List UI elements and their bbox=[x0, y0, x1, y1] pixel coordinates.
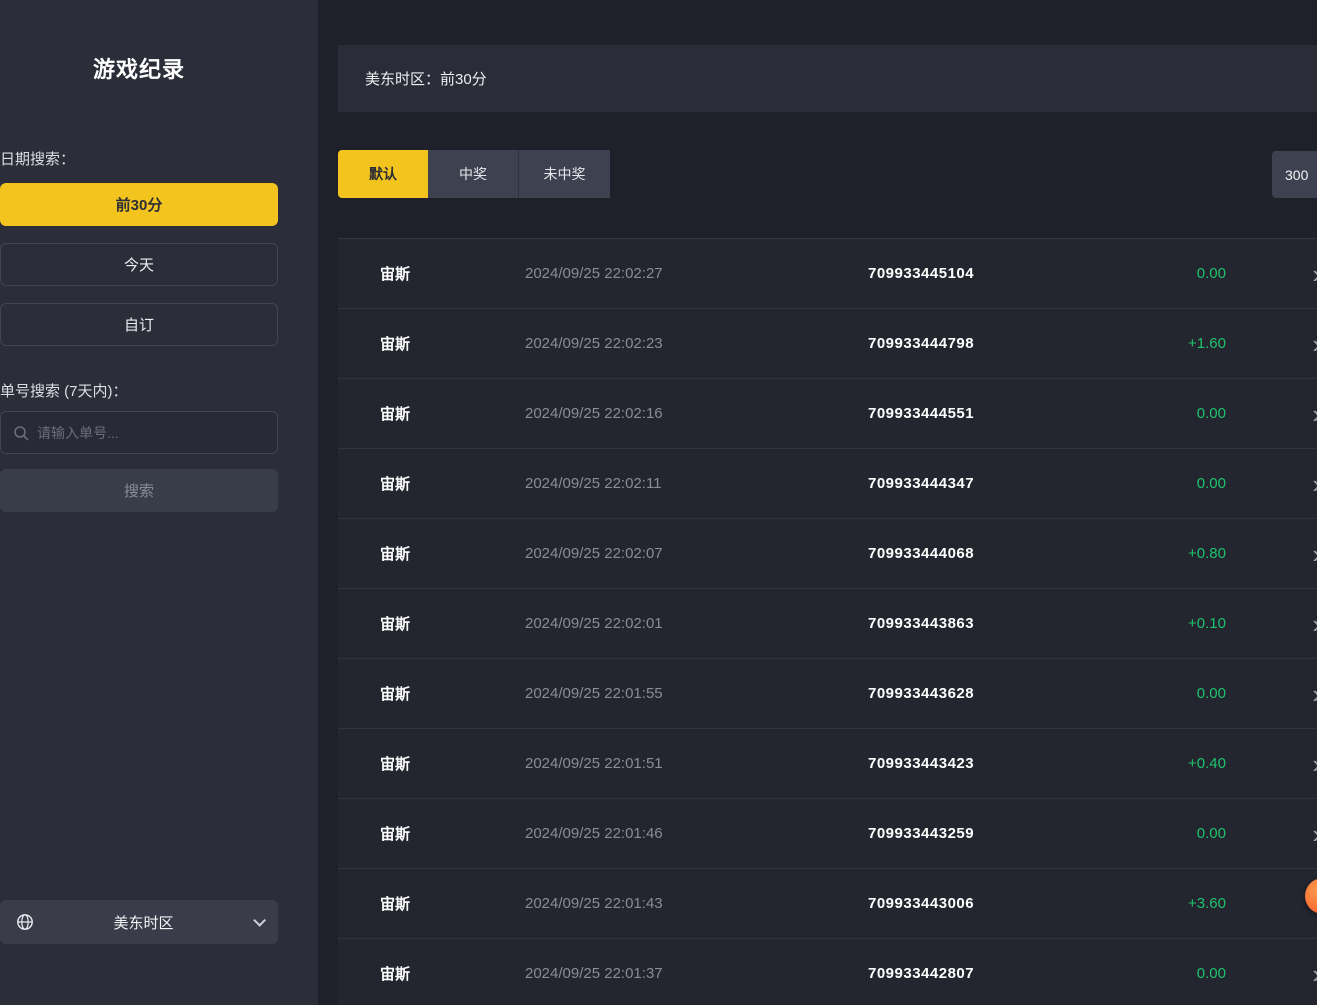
order-number: 709933444798 bbox=[868, 335, 1106, 352]
game-name: 宙斯 bbox=[380, 263, 525, 284]
record-amount: 0.00 bbox=[1106, 475, 1226, 492]
tab-win[interactable]: 中奖 bbox=[428, 150, 518, 198]
chevron-right-icon: › bbox=[1312, 821, 1317, 847]
record-time: 2024/09/25 22:02:01 bbox=[525, 615, 868, 632]
date-filter-last30min-button[interactable]: 前30分 bbox=[0, 183, 278, 226]
order-search-label: 单号搜索 (7天内)： bbox=[0, 380, 278, 398]
search-icon bbox=[13, 425, 29, 441]
record-time: 2024/09/25 22:02:27 bbox=[525, 265, 868, 282]
order-number: 709933443006 bbox=[868, 895, 1106, 912]
record-amount: +0.40 bbox=[1106, 755, 1226, 772]
record-row[interactable]: 宙斯 2024/09/25 22:01:37 709933442807 0.00… bbox=[338, 939, 1317, 1005]
header-title: 美东时区：前30分 bbox=[365, 68, 487, 89]
order-number: 709933443628 bbox=[868, 685, 1106, 702]
record-time: 2024/09/25 22:01:43 bbox=[525, 895, 868, 912]
record-row[interactable]: 宙斯 2024/09/25 22:02:27 709933445104 0.00… bbox=[338, 239, 1317, 309]
record-row[interactable]: 宙斯 2024/09/25 22:02:11 709933444347 0.00… bbox=[338, 449, 1317, 519]
order-number: 709933444347 bbox=[868, 475, 1106, 492]
timezone-label: 美东时区 bbox=[34, 912, 253, 933]
order-number: 709933445104 bbox=[868, 265, 1106, 282]
record-time: 2024/09/25 22:01:37 bbox=[525, 965, 868, 982]
order-number: 709933443259 bbox=[868, 825, 1106, 842]
record-amount: +1.60 bbox=[1106, 335, 1226, 352]
record-row[interactable]: 宙斯 2024/09/25 22:01:43 709933443006 +3.6… bbox=[338, 869, 1317, 939]
page-title: 游戏纪录 bbox=[0, 52, 278, 84]
record-time: 2024/09/25 22:02:16 bbox=[525, 405, 868, 422]
date-filter-custom-button[interactable]: 自订 bbox=[0, 303, 278, 346]
chevron-right-icon: › bbox=[1312, 401, 1317, 427]
order-search-input[interactable] bbox=[37, 425, 265, 441]
record-row[interactable]: 宙斯 2024/09/25 22:01:51 709933443423 +0.4… bbox=[338, 729, 1317, 799]
game-name: 宙斯 bbox=[380, 613, 525, 634]
tab-default[interactable]: 默认 bbox=[338, 150, 428, 198]
record-time: 2024/09/25 22:02:11 bbox=[525, 475, 868, 492]
chevron-right-icon: › bbox=[1312, 611, 1317, 637]
order-number: 709933444068 bbox=[868, 545, 1106, 562]
record-amount: +3.60 bbox=[1106, 895, 1226, 912]
record-time: 2024/09/25 22:01:51 bbox=[525, 755, 868, 772]
record-row[interactable]: 宙斯 2024/09/25 22:02:01 709933443863 +0.1… bbox=[338, 589, 1317, 659]
sidebar: 游戏纪录 日期搜索： 前30分 今天 自订 单号搜索 (7天内)： 搜索 美东时… bbox=[0, 0, 318, 1005]
record-row[interactable]: 宙斯 2024/09/25 22:01:55 709933443628 0.00… bbox=[338, 659, 1317, 729]
header-bar: 美东时区：前30分 bbox=[338, 45, 1317, 112]
record-amount: 0.00 bbox=[1106, 825, 1226, 842]
record-time: 2024/09/25 22:01:46 bbox=[525, 825, 868, 842]
date-search-label: 日期搜索： bbox=[0, 148, 278, 166]
record-row[interactable]: 宙斯 2024/09/25 22:02:07 709933444068 +0.8… bbox=[338, 519, 1317, 589]
chevron-right-icon: › bbox=[1312, 541, 1317, 567]
chevron-right-icon: › bbox=[1312, 961, 1317, 987]
tab-no-win[interactable]: 未中奖 bbox=[518, 150, 610, 198]
chevron-right-icon: › bbox=[1312, 471, 1317, 497]
record-amount: +0.80 bbox=[1106, 545, 1226, 562]
game-name: 宙斯 bbox=[380, 543, 525, 564]
chevron-down-icon bbox=[253, 914, 266, 927]
record-time: 2024/09/25 22:02:23 bbox=[525, 335, 868, 352]
game-name: 宙斯 bbox=[380, 823, 525, 844]
order-number: 709933442807 bbox=[868, 965, 1106, 982]
main-content: 美东时区：前30分 默认 中奖 未中奖 300 宙斯 2024/09/25 22… bbox=[318, 0, 1317, 1005]
record-row[interactable]: 宙斯 2024/09/25 22:02:16 709933444551 0.00… bbox=[338, 379, 1317, 449]
game-name: 宙斯 bbox=[380, 753, 525, 774]
game-name: 宙斯 bbox=[380, 473, 525, 494]
search-button[interactable]: 搜索 bbox=[0, 469, 278, 512]
record-row[interactable]: 宙斯 2024/09/25 22:02:23 709933444798 +1.6… bbox=[338, 309, 1317, 379]
filter-tabs: 默认 中奖 未中奖 300 bbox=[338, 150, 1317, 198]
order-number: 709933443863 bbox=[868, 615, 1106, 632]
page-size-button[interactable]: 300 bbox=[1272, 151, 1317, 198]
order-search-box bbox=[0, 411, 278, 454]
order-number: 709933444551 bbox=[868, 405, 1106, 422]
game-name: 宙斯 bbox=[380, 333, 525, 354]
record-amount: 0.00 bbox=[1106, 265, 1226, 282]
record-amount: +0.10 bbox=[1106, 615, 1226, 632]
chevron-right-icon: › bbox=[1312, 261, 1317, 287]
record-amount: 0.00 bbox=[1106, 405, 1226, 422]
game-name: 宙斯 bbox=[380, 683, 525, 704]
game-name: 宙斯 bbox=[380, 963, 525, 984]
record-time: 2024/09/25 22:01:55 bbox=[525, 685, 868, 702]
records-list: 宙斯 2024/09/25 22:02:27 709933445104 0.00… bbox=[338, 238, 1317, 1005]
date-filter-today-button[interactable]: 今天 bbox=[0, 243, 278, 286]
record-amount: 0.00 bbox=[1106, 685, 1226, 702]
record-row[interactable]: 宙斯 2024/09/25 22:01:46 709933443259 0.00… bbox=[338, 799, 1317, 869]
game-name: 宙斯 bbox=[380, 403, 525, 424]
game-name: 宙斯 bbox=[380, 893, 525, 914]
chevron-right-icon: › bbox=[1312, 681, 1317, 707]
record-time: 2024/09/25 22:02:07 bbox=[525, 545, 868, 562]
chevron-right-icon: › bbox=[1312, 331, 1317, 357]
chevron-right-icon: › bbox=[1312, 751, 1317, 777]
record-amount: 0.00 bbox=[1106, 965, 1226, 982]
order-number: 709933443423 bbox=[868, 755, 1106, 772]
globe-icon bbox=[16, 913, 34, 931]
timezone-selector[interactable]: 美东时区 bbox=[0, 900, 278, 944]
